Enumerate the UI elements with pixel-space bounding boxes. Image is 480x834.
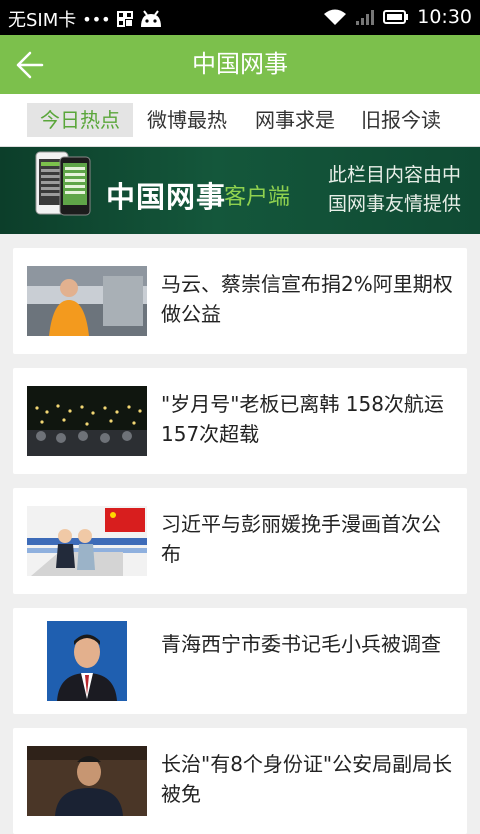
tab-bar: 今日热点 微博最热 网事求是 旧报今读 — [0, 94, 480, 147]
news-title: 长治"有8个身份证"公安局副局长被免 — [161, 752, 453, 806]
news-item[interactable]: 青海西宁市委书记毛小兵被调查 — [13, 608, 467, 714]
news-item[interactable]: "岁月号"老板已离韩 158次航运157次超载 — [13, 368, 467, 474]
promo-banner[interactable]: 中国网事 客户端 此栏目内容由中 国网事友情提供 — [0, 147, 480, 234]
wifi-icon — [324, 9, 347, 25]
tab-today-hot[interactable]: 今日热点 — [27, 103, 133, 137]
tab-old-news[interactable]: 旧报今读 — [352, 103, 450, 137]
news-title: 习近平与彭丽媛挽手漫画首次公布 — [161, 512, 441, 566]
android-icon — [140, 10, 161, 27]
news-thumbnail — [27, 266, 147, 336]
carrier-text: 无SIM卡 — [8, 10, 77, 31]
news-title: "岁月号"老板已离韩 158次航运157次超载 — [161, 392, 444, 446]
grid-app-icon — [116, 11, 133, 27]
status-left: 无SIM卡 ••• — [8, 6, 163, 32]
status-bar: 无SIM卡 ••• 10:30 — [0, 0, 480, 35]
tab-truth-seeking[interactable]: 网事求是 — [246, 103, 344, 137]
news-thumbnail — [27, 386, 147, 456]
signal-icon — [356, 10, 375, 25]
tab-weibo-hot[interactable]: 微博最热 — [138, 103, 236, 137]
app-bar: 中国网事 — [0, 35, 480, 94]
phone-illustration — [35, 151, 91, 216]
banner-brand: 中国网事 — [106, 180, 227, 214]
overflow-dots-icon: ••• — [82, 9, 111, 29]
news-title: 青海西宁市委书记毛小兵被调查 — [161, 632, 441, 656]
status-right: 10:30 — [323, 6, 472, 28]
news-title: 马云、蔡崇信宣布捐2%阿里期权做公益 — [161, 272, 453, 326]
clock-time: 10:30 — [417, 6, 472, 28]
app-title: 中国网事 — [192, 50, 288, 78]
news-item[interactable]: 马云、蔡崇信宣布捐2%阿里期权做公益 — [13, 248, 467, 354]
battery-icon — [383, 10, 409, 24]
back-button[interactable] — [10, 47, 48, 83]
banner-client-label: 客户端 — [224, 185, 291, 210]
banner-note-line2: 国网事友情提供 — [328, 193, 462, 215]
news-thumbnail — [47, 621, 127, 701]
back-arrow-icon — [16, 51, 44, 79]
banner-note-line1: 此栏目内容由中 — [328, 164, 462, 186]
news-item[interactable]: 习近平与彭丽媛挽手漫画首次公布 — [13, 488, 467, 594]
news-item[interactable]: 长治"有8个身份证"公安局副局长被免 — [13, 728, 467, 834]
news-thumbnail — [27, 506, 147, 576]
banner-note: 此栏目内容由中 国网事友情提供 — [328, 161, 468, 219]
news-thumbnail — [27, 746, 147, 816]
